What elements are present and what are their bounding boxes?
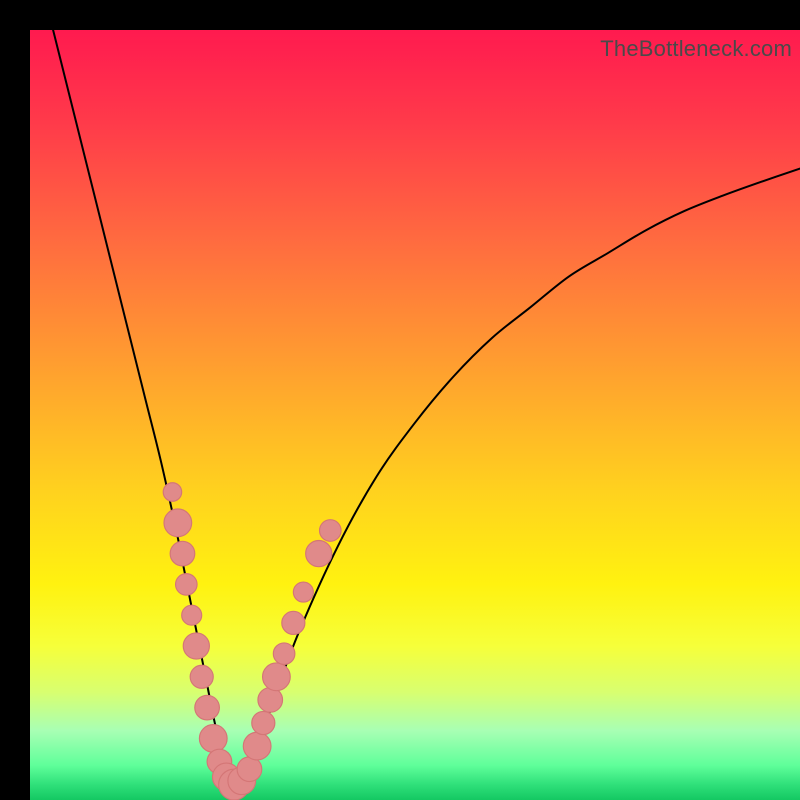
curve-marker xyxy=(164,509,192,537)
curve-marker xyxy=(243,732,271,760)
curve-marker xyxy=(306,541,332,567)
curve-marker xyxy=(170,541,195,566)
chart-frame: TheBottleneck.com xyxy=(0,0,800,800)
curve-marker xyxy=(252,711,275,734)
curve-marker xyxy=(258,688,283,713)
curve-layer xyxy=(30,30,800,800)
watermark-text: TheBottleneck.com xyxy=(600,36,792,62)
curve-marker xyxy=(163,483,181,501)
bottleneck-curve xyxy=(53,30,800,785)
plot-area: TheBottleneck.com xyxy=(30,30,800,800)
curve-marker xyxy=(263,663,291,691)
curve-marker xyxy=(293,582,313,602)
curve-marker xyxy=(195,695,220,720)
curve-marker xyxy=(282,611,305,634)
curve-marker xyxy=(190,665,213,688)
marker-group xyxy=(163,483,341,800)
curve-marker xyxy=(182,605,202,625)
curve-marker xyxy=(199,725,227,753)
curve-marker xyxy=(273,643,295,665)
curve-marker xyxy=(183,633,209,659)
curve-marker xyxy=(176,574,198,596)
curve-marker xyxy=(320,520,342,542)
curve-marker xyxy=(237,757,262,782)
